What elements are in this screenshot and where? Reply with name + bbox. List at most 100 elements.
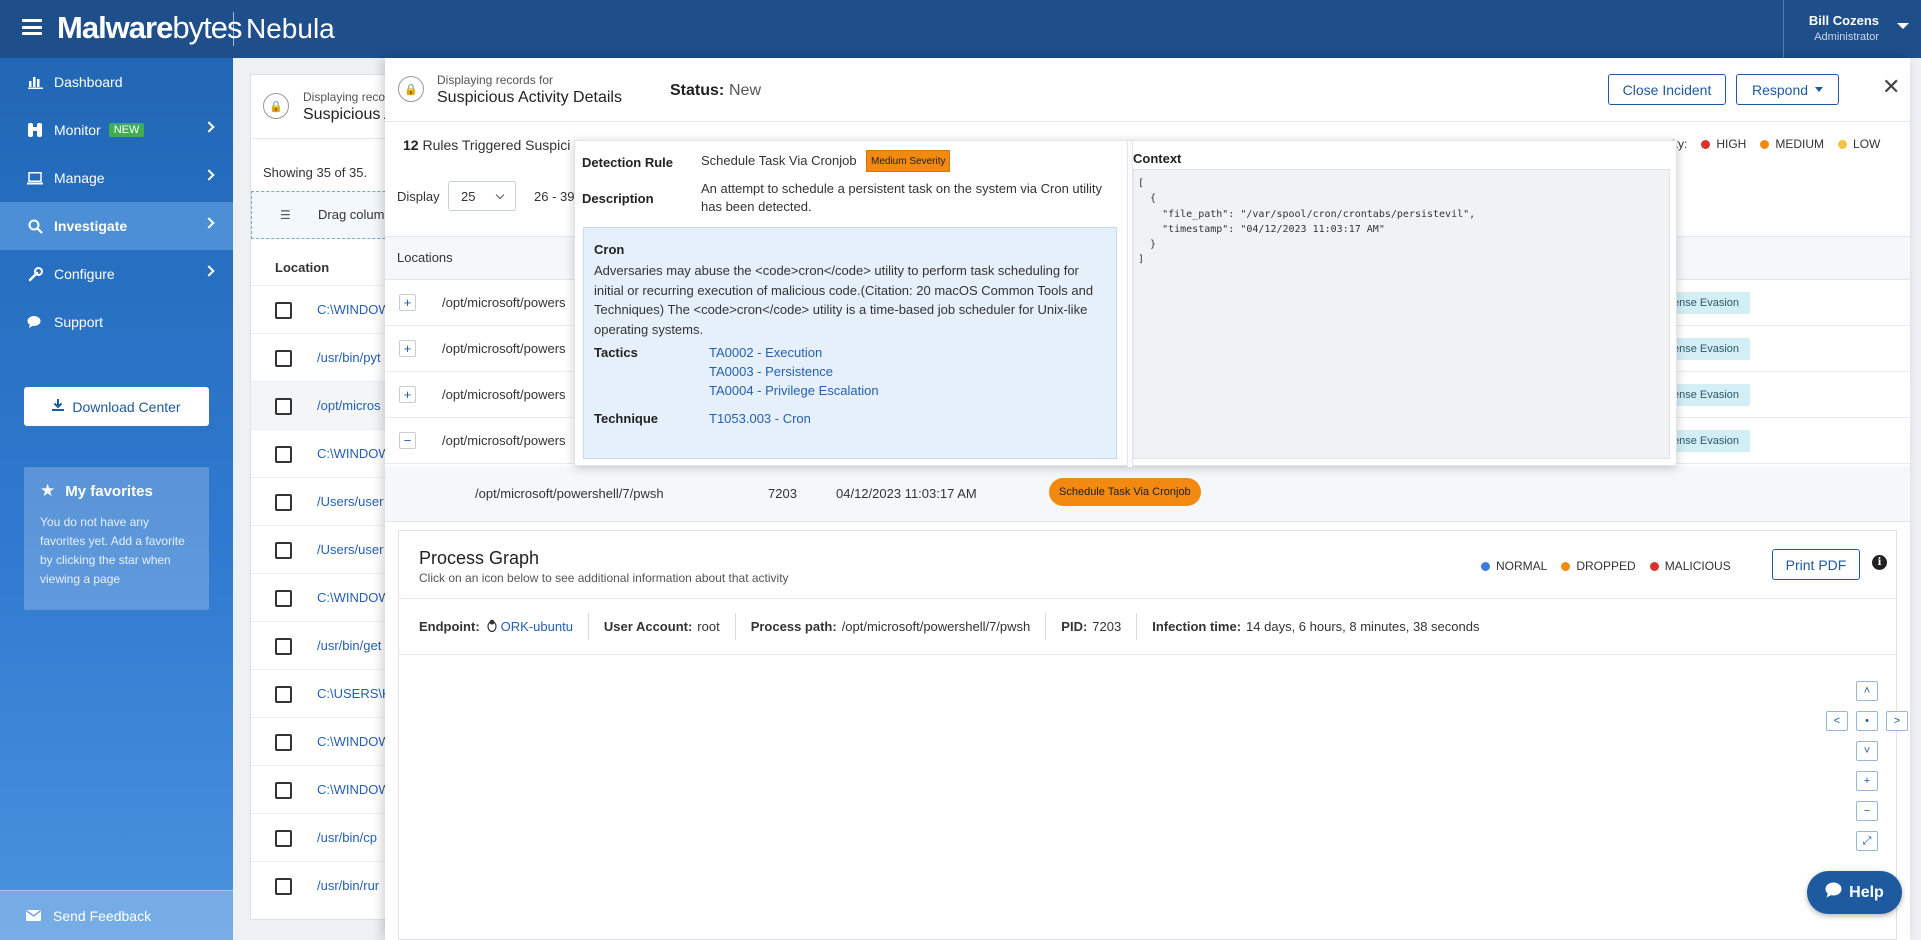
fit-graph-button[interactable]: ⤢ <box>1856 831 1878 851</box>
user-name: Bill Cozens <box>1808 13 1879 28</box>
help-button[interactable]: Help <box>1807 871 1902 914</box>
rule-pill-button[interactable]: Schedule Task Via Cronjob <box>1049 478 1201 506</box>
process-path: /opt/microsoft/powershell/7/pwsh <box>475 486 664 501</box>
sidebar-item-investigate[interactable]: Investigate <box>0 202 233 250</box>
user-menu[interactable]: Bill Cozens Administrator <box>1783 0 1921 58</box>
panel-header: 🔒 Displaying records for Suspicious Acti… <box>385 58 1910 122</box>
row-checkbox[interactable] <box>275 446 292 463</box>
expand-row-button[interactable]: + <box>399 340 416 357</box>
legend-dropped: DROPPED <box>1576 559 1636 573</box>
row-location-link[interactable]: C:\WINDOW <box>317 446 391 461</box>
dropped-dot-icon <box>1561 561 1571 571</box>
row-location-link[interactable]: C:\WINDOW <box>317 782 391 797</box>
search-icon <box>26 217 44 235</box>
sidebar-item-monitor[interactable]: Monitor NEW <box>0 106 233 154</box>
row-checkbox[interactable] <box>275 686 292 703</box>
user-account-value: root <box>697 619 720 634</box>
respond-dropdown-button[interactable]: Respond <box>1736 74 1839 105</box>
pan-left-button[interactable]: < <box>1826 711 1848 731</box>
status-label: Status: <box>670 82 725 99</box>
zoom-out-button[interactable]: − <box>1856 801 1878 821</box>
row-checkbox[interactable] <box>275 494 292 511</box>
process-path-value: /opt/microsoft/powershell/7/pwsh <box>841 619 1031 634</box>
pan-up-button[interactable]: ˄ <box>1856 681 1878 701</box>
row-checkbox[interactable] <box>275 350 292 367</box>
status-value: New <box>729 82 762 99</box>
tactic-link-privilege-escalation[interactable]: TA0004 - Privilege Escalation <box>709 383 879 398</box>
context-json: [ { "file_path": "/var/spool/cron/cronta… <box>1138 178 1476 266</box>
location-path: /opt/microsoft/powers <box>442 387 566 402</box>
center-graph-button[interactable]: • <box>1856 711 1878 731</box>
sidebar-item-dashboard[interactable]: Dashboard <box>0 58 233 106</box>
zoom-in-button[interactable]: + <box>1856 771 1878 791</box>
technique-link[interactable]: T1053.003 - Cron <box>709 411 811 426</box>
print-pdf-button[interactable]: Print PDF <box>1772 549 1860 580</box>
info-icon[interactable]: i <box>1872 555 1887 570</box>
row-checkbox[interactable] <box>275 734 292 751</box>
display-count-select[interactable]: 25 <box>448 181 516 211</box>
product-name: Nebula <box>246 13 335 44</box>
favorites-title-text: My favorites <box>65 482 153 500</box>
malwarebytes-logo[interactable]: Malwarebytes <box>57 10 242 46</box>
send-feedback-button[interactable]: Send Feedback <box>0 890 233 940</box>
detection-rule-label: Detection Rule <box>582 155 674 170</box>
sidebar-item-configure[interactable]: Configure <box>0 250 233 298</box>
medium-dot-icon <box>1760 139 1770 149</box>
row-location-link[interactable]: C:\WINDOW <box>317 590 391 605</box>
row-checkbox[interactable] <box>275 878 292 895</box>
favorites-title: ★ My favorites <box>40 481 193 501</box>
severity-legend: ity: HIGH MEDIUM LOW <box>1672 137 1880 151</box>
sidebar: Dashboard Monitor NEW Manage Investigate… <box>0 58 233 940</box>
expand-row-button[interactable]: + <box>399 294 416 311</box>
download-center-button[interactable]: Download Center <box>24 387 209 426</box>
row-checkbox[interactable] <box>275 302 292 319</box>
row-checkbox[interactable] <box>275 638 292 655</box>
row-checkbox[interactable] <box>275 542 292 559</box>
envelope-icon <box>26 908 41 924</box>
tactic-link-execution[interactable]: TA0002 - Execution <box>709 345 822 360</box>
location-path: /opt/microsoft/powers <box>442 433 566 448</box>
chat-icon <box>26 313 44 331</box>
sidebar-item-label: Manage <box>54 170 105 186</box>
close-incident-button[interactable]: Close Incident <box>1608 74 1726 105</box>
sidebar-item-label: Dashboard <box>54 74 123 90</box>
tactic-link-persistence[interactable]: TA0003 - Persistence <box>709 364 833 379</box>
laptop-icon <box>26 169 44 187</box>
pan-down-button[interactable]: ˅ <box>1856 741 1878 761</box>
expanded-location-detail: /opt/microsoft/powershell/7/pwsh 7203 04… <box>385 466 1910 522</box>
new-badge: NEW <box>108 123 145 137</box>
row-checkbox[interactable] <box>275 590 292 607</box>
sidebar-item-label: Configure <box>54 266 115 282</box>
row-location-link[interactable]: /usr/bin/rur <box>317 878 379 893</box>
row-checkbox[interactable] <box>275 398 292 415</box>
locations-header-label: Locations <box>397 250 453 265</box>
pid-value: 7203 <box>1092 619 1122 634</box>
sidebar-item-support[interactable]: Support <box>0 298 233 346</box>
row-location-link[interactable]: /usr/bin/get <box>317 638 381 653</box>
row-checkbox[interactable] <box>275 782 292 799</box>
row-location-link[interactable]: /opt/micros <box>317 398 381 413</box>
collapse-row-button[interactable]: − <box>399 432 416 449</box>
row-checkbox[interactable] <box>275 830 292 847</box>
location-column-header[interactable]: Location <box>275 260 329 275</box>
pan-right-button[interactable]: > <box>1886 711 1908 731</box>
close-icon[interactable]: ✕ <box>1882 74 1900 100</box>
expand-row-button[interactable]: + <box>399 386 416 403</box>
sidebar-item-label: Support <box>54 314 104 330</box>
endpoint-label: Endpoint: <box>419 619 480 634</box>
endpoint-field: Endpoint: ORK-ubuntu <box>419 613 589 640</box>
row-location-link[interactable]: /Users/user <box>317 494 383 509</box>
sidebar-item-manage[interactable]: Manage <box>0 154 233 202</box>
description-label: Description <box>582 191 654 206</box>
row-location-link[interactable]: /usr/bin/pyt <box>317 350 381 365</box>
row-location-link[interactable]: /Users/user <box>317 542 383 557</box>
endpoint-link[interactable]: ORK-ubuntu <box>501 619 573 634</box>
panel-subtitle: Displaying records for <box>437 73 554 87</box>
row-location-link[interactable]: C:\USERS\K <box>317 686 391 701</box>
row-location-link[interactable]: C:\WINDOW <box>317 302 391 317</box>
row-location-link[interactable]: /usr/bin/cp <box>317 830 377 845</box>
print-pdf-label: Print PDF <box>1785 556 1847 573</box>
row-location-link[interactable]: C:\WINDOW <box>317 734 391 749</box>
page-range: 26 - 39 <box>534 189 575 204</box>
hamburger-menu-icon[interactable] <box>22 19 42 35</box>
